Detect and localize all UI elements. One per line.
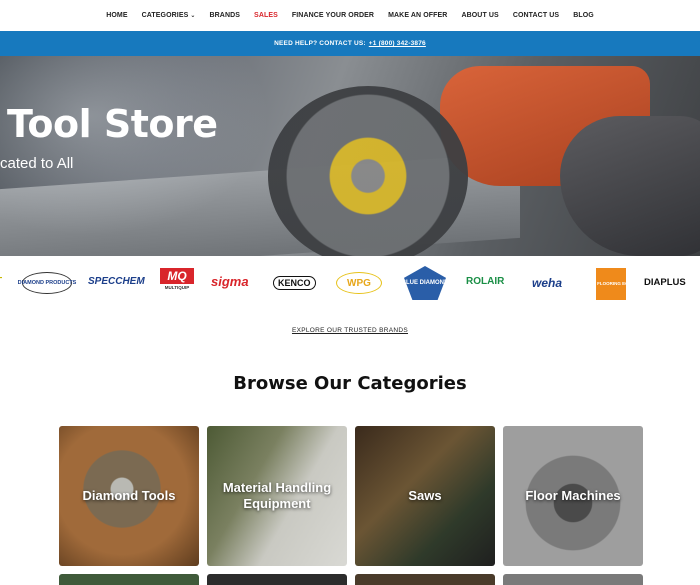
explore-brands-link[interactable]: EXPLORE OUR TRUSTED BRANDS bbox=[292, 327, 408, 334]
nav-categories-label: CATEGORIES bbox=[141, 12, 189, 19]
hero-subtitle: cated to All bbox=[0, 155, 74, 172]
explore-brands-container: EXPLORE OUR TRUSTED BRANDS bbox=[0, 319, 700, 337]
category-card-next-row[interactable] bbox=[207, 574, 347, 585]
brand-logo-specchem[interactable]: SPECCHEM bbox=[88, 276, 145, 287]
nav-sales[interactable]: SALES bbox=[247, 12, 285, 19]
top-navigation: HOME CATEGORIES ⌄ BRANDS SALES FINANCE YO… bbox=[0, 0, 700, 31]
brand-logo-mq-mark: MQ bbox=[160, 268, 194, 284]
category-card-next-row[interactable] bbox=[59, 574, 199, 585]
brand-logo-kenco[interactable]: KENCO bbox=[273, 276, 316, 290]
category-label: Floor Machines bbox=[525, 487, 621, 503]
hero-banner: Tool Store cated to All bbox=[0, 56, 700, 256]
hero-image-glove bbox=[560, 116, 700, 256]
categories-section-title: Browse Our Categories bbox=[233, 373, 467, 394]
help-text: NEED HELP? CONTACT US: bbox=[274, 40, 366, 47]
brand-logo-weha[interactable]: weha bbox=[532, 276, 562, 290]
brand-logo-sigma[interactable]: sigma bbox=[211, 274, 249, 289]
category-card-saws[interactable]: Saws bbox=[355, 426, 495, 566]
category-label: Saws bbox=[408, 487, 442, 503]
nav-brands[interactable]: BRANDS bbox=[203, 12, 248, 19]
brand-logo-rolair[interactable]: ROLAIR bbox=[466, 276, 504, 287]
brand-logo-national-flooring-equipment[interactable]: NATIONAL FLOORING EQUIPMENT bbox=[573, 268, 649, 300]
hero-title: Tool Store bbox=[7, 102, 218, 146]
category-label: Diamond Tools bbox=[82, 487, 176, 503]
category-label: Material Handling Equipment bbox=[222, 479, 332, 511]
nav-about-us[interactable]: ABOUT US bbox=[454, 12, 505, 19]
brand-logo-blue-diamond[interactable]: BLUE DIAMOND bbox=[404, 266, 446, 300]
brand-logo-mq-sub: MULTIQUIP bbox=[164, 285, 190, 290]
chevron-down-icon: ⌄ bbox=[190, 13, 196, 19]
brand-logo-diaplus[interactable]: DIAPLUS bbox=[644, 277, 686, 288]
brand-logo-multiquip[interactable]: MQ MULTIQUIP bbox=[160, 268, 194, 298]
nav-blog[interactable]: BLOG bbox=[566, 12, 601, 19]
category-card-next-row[interactable] bbox=[503, 574, 643, 585]
help-bar: NEED HELP? CONTACT US: +1 (800) 342-3876 bbox=[0, 31, 700, 56]
category-card-material-handling[interactable]: Material Handling Equipment bbox=[207, 426, 347, 566]
brand-logo-strip: T DIAMOND PRODUCTS SPECCHEM MQ MULTIQUIP… bbox=[0, 262, 700, 306]
nav-categories[interactable]: CATEGORIES ⌄ bbox=[135, 12, 203, 19]
category-card-diamond-tools[interactable]: Diamond Tools bbox=[59, 426, 199, 566]
nav-home[interactable]: HOME bbox=[99, 12, 134, 19]
category-card-floor-machines[interactable]: Floor Machines bbox=[503, 426, 643, 566]
brand-logo-wpg[interactable]: WPG bbox=[336, 272, 382, 294]
phone-link[interactable]: +1 (800) 342-3876 bbox=[369, 40, 426, 47]
brand-logo-diamond-products[interactable]: DIAMOND PRODUCTS bbox=[18, 272, 76, 294]
nav-finance-your-order[interactable]: FINANCE YOUR ORDER bbox=[285, 12, 381, 19]
brand-logo-partial[interactable]: T bbox=[0, 276, 2, 287]
nav-contact-us[interactable]: CONTACT US bbox=[506, 12, 566, 19]
nav-make-an-offer[interactable]: MAKE AN OFFER bbox=[381, 12, 454, 19]
category-card-next-row[interactable] bbox=[355, 574, 495, 585]
